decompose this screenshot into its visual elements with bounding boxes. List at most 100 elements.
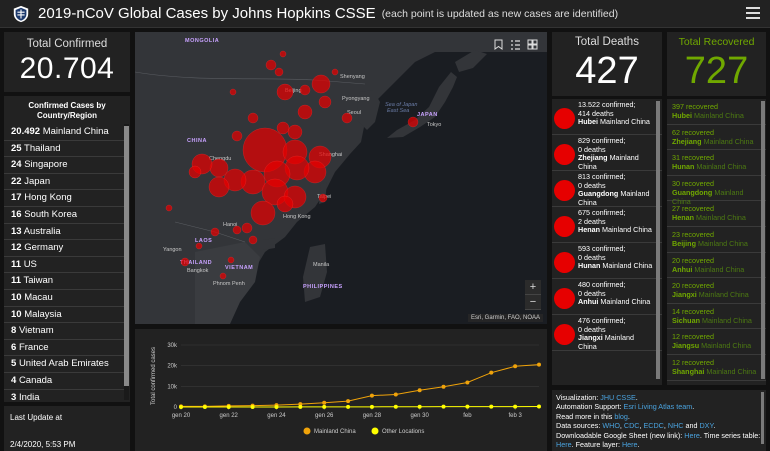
case-bubble[interactable] [210, 227, 220, 237]
recovered-list-item[interactable]: 31 recovered Hunan Mainland China [667, 150, 766, 176]
country-list-item[interactable]: 10 Macau [4, 290, 124, 307]
chart-data-point[interactable] [489, 370, 494, 375]
recovered-list-item[interactable]: 20 recovered Jiangxi Mainland China [667, 278, 766, 304]
case-bubble[interactable] [331, 68, 339, 76]
hamburger-menu-icon[interactable] [746, 7, 760, 21]
chart-data-point[interactable] [274, 404, 279, 409]
chart-data-point[interactable] [513, 364, 518, 369]
recovered-list-item[interactable]: 14 recovered Sichuan Mainland China [667, 304, 766, 330]
basemap-gallery-icon[interactable] [524, 37, 541, 52]
country-list-item[interactable]: 11 US [4, 257, 124, 274]
chart-data-point[interactable] [513, 404, 518, 409]
country-list-item[interactable]: 10 Malaysia [4, 307, 124, 324]
recovered-list-item[interactable]: 30 recovered Guangdong Mainland China [667, 176, 766, 206]
legend-list-icon[interactable] [507, 37, 524, 52]
recovered-list-scrollbar[interactable] [761, 101, 765, 379]
case-bubble[interactable] [299, 84, 311, 96]
country-list-item[interactable]: 22 Japan [4, 174, 124, 191]
cases-line-chart[interactable]: 0 10k 20k 30k Total confirmed cases gen 20 gen… [135, 329, 547, 451]
ecdc-link[interactable]: ECDC [644, 421, 664, 430]
chart-data-point[interactable] [417, 404, 422, 409]
deaths-list-item[interactable] [552, 351, 662, 385]
chart-data-point[interactable] [393, 392, 398, 397]
country-list-item[interactable]: 20.492 Mainland China [4, 124, 124, 141]
zoom-in-button[interactable]: + [525, 280, 541, 295]
chart-data-point[interactable] [441, 404, 446, 409]
chart-data-point[interactable] [298, 404, 303, 409]
case-bubble[interactable] [195, 242, 203, 250]
deaths-list-item[interactable]: 829 confirmed; 0 deaths Zhejiang Mainland … [552, 135, 662, 171]
case-bubble[interactable] [276, 121, 290, 135]
jhu-csse-link[interactable]: JHU CSSE [600, 393, 636, 402]
case-bubble[interactable] [318, 193, 328, 203]
dxy-link[interactable]: DXY [699, 421, 713, 430]
who-link[interactable]: WHO [602, 421, 620, 430]
case-bubble[interactable] [209, 158, 229, 178]
esri-living-atlas-link[interactable]: Esri Living Atlas team [624, 402, 693, 411]
country-list-item[interactable]: 24 Singapore [4, 157, 124, 174]
blog-link[interactable]: blog [614, 412, 628, 421]
case-bubble[interactable] [231, 130, 243, 142]
country-list[interactable]: 20.492 Mainland China 25 Thailand 24 Singa… [4, 124, 124, 402]
chart-data-point[interactable] [369, 404, 374, 409]
chart-data-point[interactable] [346, 399, 351, 404]
recovered-list-item[interactable]: 397 recovered Hubei Mainland China [667, 99, 766, 125]
chart-data-point[interactable] [346, 404, 351, 409]
case-bubble[interactable] [279, 50, 287, 58]
case-bubble[interactable] [180, 257, 190, 267]
country-list-item[interactable]: 16 South Korea [4, 207, 124, 224]
chart-data-point[interactable] [202, 404, 207, 409]
chart-data-point[interactable] [441, 384, 446, 389]
case-bubble[interactable] [250, 200, 276, 226]
time-series-link[interactable]: Here [556, 440, 572, 449]
country-list-item[interactable]: 11 Taiwan [4, 273, 124, 290]
map-attribution[interactable]: Esri, Garmin, FAO, NOAA [467, 314, 543, 322]
case-bubble[interactable] [297, 104, 313, 120]
case-bubble[interactable] [311, 74, 331, 94]
case-bubble[interactable] [287, 124, 303, 140]
zoom-out-button[interactable]: − [525, 295, 541, 310]
chart-data-point[interactable] [393, 404, 398, 409]
recovered-list-item[interactable]: 12 recovered Jiangsu Mainland China [667, 329, 766, 355]
feature-layer-link[interactable]: Here [622, 440, 638, 449]
country-list-item[interactable]: 12 Germany [4, 240, 124, 257]
chart-data-point[interactable] [537, 362, 541, 367]
info-scrollbar[interactable] [761, 392, 764, 444]
case-bubble[interactable] [241, 222, 253, 234]
recovered-list-item[interactable]: 62 recovered Zhejiang Mainland China [667, 125, 766, 151]
chart-data-point[interactable] [465, 380, 470, 385]
deaths-list-scrollbar[interactable] [656, 101, 660, 379]
chart-data-point[interactable] [537, 404, 541, 409]
country-list-item[interactable]: 25 Thailand [4, 141, 124, 158]
chart-data-point[interactable] [250, 404, 255, 409]
case-bubble[interactable] [276, 195, 294, 213]
case-bubble[interactable] [229, 88, 237, 96]
country-list-scrollbar-thumb[interactable] [124, 126, 129, 386]
case-bubble[interactable] [188, 165, 202, 179]
case-bubble[interactable] [276, 83, 294, 101]
world-map[interactable]: MONGOLIA CHINA JAPAN LAOS THAILAND VIETN… [135, 32, 547, 324]
country-list-item[interactable]: 6 France [4, 340, 124, 357]
chart-data-point[interactable] [369, 393, 374, 398]
deaths-list-item[interactable]: 813 confirmed; 0 deaths Guangdong Mainland… [552, 171, 662, 207]
recovered-list[interactable]: 397 recovered Hubei Mainland China 62 reco… [667, 99, 766, 381]
chart-data-point[interactable] [179, 404, 183, 409]
case-bubble[interactable] [265, 59, 277, 71]
case-bubble[interactable] [341, 112, 353, 124]
chart-data-point[interactable] [322, 400, 327, 405]
case-bubble[interactable] [219, 272, 227, 280]
chart-data-point[interactable] [465, 404, 470, 409]
chart-data-point[interactable] [226, 404, 231, 409]
case-bubble[interactable] [318, 95, 332, 109]
case-bubble[interactable] [407, 116, 419, 128]
case-bubble[interactable] [208, 176, 230, 198]
deaths-list[interactable]: 13.522 confirmed; 414 deaths Hubei Mainlan… [552, 99, 662, 385]
country-list-item[interactable]: 4 Canada [4, 373, 124, 390]
deaths-list-item[interactable]: 480 confirmed; 0 deaths Anhui Mainland Chi… [552, 279, 662, 315]
deaths-list-item[interactable]: 593 confirmed; 0 deaths Hunan Mainland Chi… [552, 243, 662, 279]
case-bubble[interactable] [247, 112, 259, 124]
country-list-item[interactable]: 3 India [4, 390, 124, 403]
chart-data-point[interactable] [417, 388, 422, 393]
country-list-item[interactable]: 8 Vietnam [4, 323, 124, 340]
case-bubble[interactable] [165, 204, 173, 212]
